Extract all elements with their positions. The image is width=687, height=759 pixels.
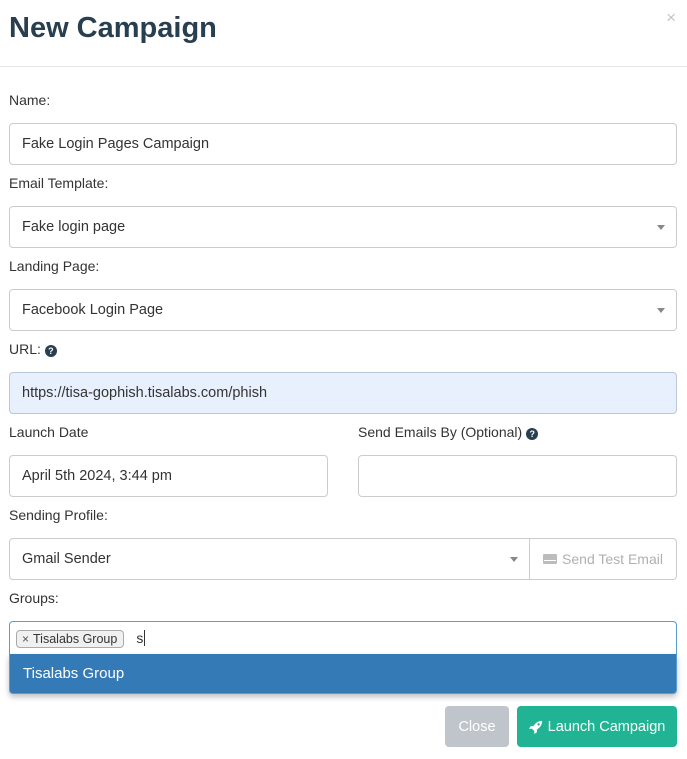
send-by-label-row: Send Emails By (Optional)?: [358, 424, 539, 440]
modal-header: New Campaign ×: [0, 0, 687, 67]
groups-dropdown-option[interactable]: Tisalabs Group: [9, 654, 677, 694]
name-label: Name:: [9, 92, 51, 108]
send-test-email-label: Send Test Email: [562, 551, 663, 567]
launch-date-value: April 5th 2024, 3:44 pm: [22, 468, 172, 484]
groups-label: Groups:: [9, 590, 59, 606]
send-by-label: Send Emails By (Optional): [358, 424, 523, 440]
close-button[interactable]: Close: [445, 706, 509, 747]
launch-campaign-button[interactable]: Launch Campaign: [517, 706, 677, 747]
url-value: https://tisa-gophish.tisalabs.com/phish: [22, 385, 268, 401]
launch-date-label: Launch Date: [9, 424, 89, 440]
caret-down-icon: [510, 557, 518, 562]
sending-profile-label: Sending Profile:: [9, 507, 108, 523]
landing-page-value: Facebook Login Page: [22, 302, 164, 318]
name-input-value: Fake Login Pages Campaign: [22, 136, 210, 152]
modal-title: New Campaign: [9, 12, 217, 44]
email-template-value: Fake login page: [22, 219, 126, 235]
email-template-label: Email Template:: [9, 175, 109, 191]
envelope-icon: [543, 554, 558, 564]
close-button-label: Close: [458, 718, 496, 735]
launch-date-input[interactable]: April 5th 2024, 3:44 pm: [9, 455, 328, 497]
landing-page-select[interactable]: Facebook Login Page: [9, 289, 677, 331]
caret-down-icon: [657, 308, 665, 313]
email-template-select[interactable]: Fake login page: [9, 206, 677, 248]
name-input[interactable]: Fake Login Pages Campaign: [9, 123, 677, 165]
url-field[interactable]: https://tisa-gophish.tisalabs.com/phish: [9, 372, 677, 414]
url-label-row: URL:?: [9, 341, 57, 357]
groups-search-input[interactable]: s: [136, 629, 146, 648]
send-by-input[interactable]: [358, 455, 677, 497]
sending-profile-select[interactable]: Gmail Sender: [9, 538, 530, 580]
launch-campaign-label: Launch Campaign: [547, 718, 666, 735]
remove-tag-icon[interactable]: ×: [22, 632, 29, 646]
landing-page-label: Landing Page:: [9, 258, 100, 274]
url-label: URL:: [9, 341, 41, 357]
group-tag-label: Tisalabs Group: [33, 631, 118, 646]
sending-profile-value: Gmail Sender: [22, 551, 111, 567]
close-icon[interactable]: ×: [666, 9, 676, 26]
group-tag: × Tisalabs Group: [16, 629, 125, 648]
text-cursor: [144, 630, 146, 647]
groups-search-text: s: [136, 629, 144, 646]
rocket-icon: [528, 720, 542, 734]
caret-down-icon: [657, 225, 665, 230]
question-circle-icon[interactable]: ?: [526, 428, 539, 440]
groups-multiselect[interactable]: × Tisalabs Group s: [9, 621, 677, 655]
groups-dropdown-option-label: Tisalabs Group: [23, 665, 125, 682]
question-circle-icon[interactable]: ?: [44, 345, 57, 357]
send-test-email-button[interactable]: Send Test Email: [530, 538, 677, 580]
